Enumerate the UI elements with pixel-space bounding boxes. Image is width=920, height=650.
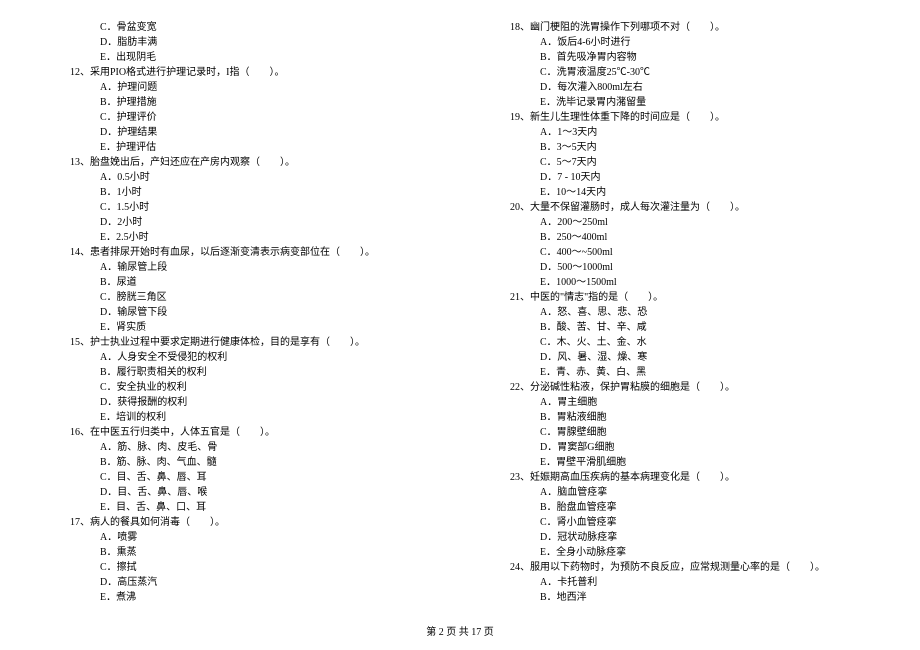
right-column: 18、幽门梗阻的洗胃操作下列哪项不对（ ）。 A．饭后4-6小时进行 B．首先吸… — [480, 20, 880, 605]
q23-option-a: A．脑血管痉挛 — [480, 485, 880, 500]
q16-option-c: C．目、舌、鼻、唇、耳 — [40, 470, 440, 485]
q15-text: 15、护士执业过程中要求定期进行健康体检，目的是享有（ ）。 — [40, 335, 440, 350]
q24-option-a: A．卡托普利 — [480, 575, 880, 590]
q23-option-c: C．肾小血管痉挛 — [480, 515, 880, 530]
q21-text: 21、中医的"情志"指的是（ ）。 — [480, 290, 880, 305]
left-column: C．骨盆变宽 D．脂肪丰满 E．出现阴毛 12、采用PIO格式进行护理记录时，I… — [40, 20, 440, 605]
q23-option-d: D．冠状动脉痉挛 — [480, 530, 880, 545]
q24-option-b: B．地西泮 — [480, 590, 880, 605]
q22-option-b: B．胃粘液细胞 — [480, 410, 880, 425]
q13-option-e: E．2.5小时 — [40, 230, 440, 245]
q19-text: 19、新生儿生理性体重下降的时间应是（ ）。 — [480, 110, 880, 125]
q13-option-b: B．1小时 — [40, 185, 440, 200]
q18-option-d: D．每次灌入800ml左右 — [480, 80, 880, 95]
q15-option-e: E．培训的权利 — [40, 410, 440, 425]
q13-option-c: C．1.5小时 — [40, 200, 440, 215]
q23-option-b: B．胎盘血管痉挛 — [480, 500, 880, 515]
q20-option-a: A．200～250ml — [480, 215, 880, 230]
q20-option-e: E．1000～1500ml — [480, 275, 880, 290]
q13-option-d: D．2小时 — [40, 215, 440, 230]
q18-option-a: A．饭后4-6小时进行 — [480, 35, 880, 50]
q14-option-d: D．输尿管下段 — [40, 305, 440, 320]
q20-text: 20、大量不保留灌肠时，成人每次灌注量为（ ）。 — [480, 200, 880, 215]
q14-option-c: C．膀胱三角区 — [40, 290, 440, 305]
q12-option-e: E．护理评估 — [40, 140, 440, 155]
q12-text: 12、采用PIO格式进行护理记录时，I指（ ）。 — [40, 65, 440, 80]
q21-option-b: B．酸、苦、甘、辛、咸 — [480, 320, 880, 335]
q22-option-e: E．胃壁平滑肌细胞 — [480, 455, 880, 470]
q19-option-a: A．1～3天内 — [480, 125, 880, 140]
q18-text: 18、幽门梗阻的洗胃操作下列哪项不对（ ）。 — [480, 20, 880, 35]
q17-text: 17、病人的餐具如何消毒（ ）。 — [40, 515, 440, 530]
q22-text: 22、分泌碱性粘液，保护胃粘膜的细胞是（ ）。 — [480, 380, 880, 395]
q22-option-c: C．胃腺壁细胞 — [480, 425, 880, 440]
q17-option-a: A．喷雾 — [40, 530, 440, 545]
q23-text: 23、妊娠期高血压疾病的基本病理变化是（ ）。 — [480, 470, 880, 485]
q19-option-d: D．7 - 10天内 — [480, 170, 880, 185]
q15-option-d: D．获得报酬的权利 — [40, 395, 440, 410]
q14-option-e: E．肾实质 — [40, 320, 440, 335]
q19-option-c: C．5～7天内 — [480, 155, 880, 170]
q20-option-d: D．500～1000ml — [480, 260, 880, 275]
q14-text: 14、患者排尿开始时有血尿，以后逐渐变清表示病变部位在（ ）。 — [40, 245, 440, 260]
q21-option-a: A．怒、喜、思、悲、恐 — [480, 305, 880, 320]
q19-option-e: E．10～14天内 — [480, 185, 880, 200]
q15-option-b: B．履行职责相关的权利 — [40, 365, 440, 380]
q24-text: 24、服用以下药物时，为预防不良反应，应常规测量心率的是（ ）。 — [480, 560, 880, 575]
q17-option-d: D．高压蒸汽 — [40, 575, 440, 590]
q17-option-e: E．煮沸 — [40, 590, 440, 605]
q16-text: 16、在中医五行归类中，人体五官是（ ）。 — [40, 425, 440, 440]
q11-option-e: E．出现阴毛 — [40, 50, 440, 65]
q14-option-b: B．尿道 — [40, 275, 440, 290]
q18-option-c: C．洗胃液温度25℃-30℃ — [480, 65, 880, 80]
q17-option-c: C．擦拭 — [40, 560, 440, 575]
q22-option-a: A．胃主细胞 — [480, 395, 880, 410]
q16-option-b: B．筋、脉、肉、气血、髓 — [40, 455, 440, 470]
q21-option-c: C．木、火、土、金、水 — [480, 335, 880, 350]
q20-option-b: B．250～400ml — [480, 230, 880, 245]
q12-option-a: A．护理问题 — [40, 80, 440, 95]
q14-option-a: A．输尿管上段 — [40, 260, 440, 275]
q13-option-a: A．0.5小时 — [40, 170, 440, 185]
q20-option-c: C．400～~500ml — [480, 245, 880, 260]
q17-option-b: B．熏蒸 — [40, 545, 440, 560]
q18-option-e: E．洗毕记录胃内潴留量 — [480, 95, 880, 110]
q22-option-d: D．胃窦部G细胞 — [480, 440, 880, 455]
q12-option-c: C．护理评价 — [40, 110, 440, 125]
q12-option-b: B．护理措施 — [40, 95, 440, 110]
page-footer: 第 2 页 共 17 页 — [0, 625, 920, 640]
q21-option-e: E．青、赤、黄、白、黑 — [480, 365, 880, 380]
q16-option-d: D．目、舌、鼻、唇、喉 — [40, 485, 440, 500]
q15-option-a: A．人身安全不受侵犯的权利 — [40, 350, 440, 365]
q16-option-a: A．筋、脉、肉、皮毛、骨 — [40, 440, 440, 455]
q12-option-d: D．护理结果 — [40, 125, 440, 140]
q11-option-c: C．骨盆变宽 — [40, 20, 440, 35]
q11-option-d: D．脂肪丰满 — [40, 35, 440, 50]
q15-option-c: C．安全执业的权利 — [40, 380, 440, 395]
q23-option-e: E．全身小动脉痉挛 — [480, 545, 880, 560]
q18-option-b: B．首先吸净胃内容物 — [480, 50, 880, 65]
document-columns: C．骨盆变宽 D．脂肪丰满 E．出现阴毛 12、采用PIO格式进行护理记录时，I… — [40, 20, 880, 605]
q21-option-d: D．风、暑、湿、燥、寒 — [480, 350, 880, 365]
q13-text: 13、胎盘娩出后，产妇还应在产房内观察（ ）。 — [40, 155, 440, 170]
q19-option-b: B．3～5天内 — [480, 140, 880, 155]
q16-option-e: E．目、舌、鼻、口、耳 — [40, 500, 440, 515]
